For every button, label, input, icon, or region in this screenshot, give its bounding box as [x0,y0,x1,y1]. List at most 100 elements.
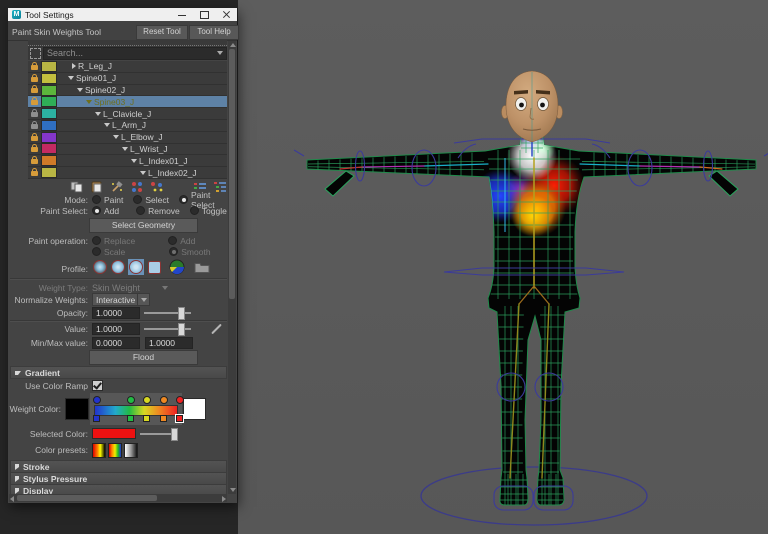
scroll-left-icon[interactable] [10,496,14,502]
close-button[interactable] [215,8,237,21]
joint-row-selected[interactable]: Spine03_J [28,96,227,108]
lock-icon[interactable] [31,136,38,141]
joint-color-swatch[interactable] [41,61,57,72]
value-field[interactable]: 1.0000 [92,323,140,335]
lock-icon[interactable] [31,147,38,152]
ramp-key-square[interactable] [160,415,167,422]
max-value-field[interactable]: 1.0000 [145,337,193,349]
lock-icon[interactable] [31,112,38,117]
maximize-button[interactable] [193,8,215,21]
ramp-key-dot[interactable] [160,396,168,404]
joint-row[interactable]: Spine02_J [28,85,227,97]
lock-icon[interactable] [31,77,38,82]
search-input[interactable]: Search... [43,47,227,60]
brush-hard-selected[interactable] [128,259,144,275]
joint-color-swatch[interactable] [41,167,57,178]
browse-folder-icon[interactable] [194,259,210,275]
move-influence-icon[interactable] [130,181,144,193]
lock-icon[interactable] [31,171,38,176]
joint-row[interactable]: R_Leg_J [28,61,227,73]
ramp-key-square[interactable] [143,415,150,422]
joint-color-swatch[interactable] [41,73,57,84]
character-model[interactable] [294,71,768,510]
collapse-icon[interactable] [104,123,110,127]
radio-op-add[interactable] [168,236,177,245]
vertical-scroll-thumb[interactable] [229,49,235,299]
color-preset-grayscale[interactable] [124,443,138,458]
hammer-tool-icon[interactable] [110,181,124,193]
ramp-key-dot[interactable] [143,396,151,404]
expand-icon[interactable] [72,63,76,69]
collapse-icon[interactable] [68,76,74,80]
ramp-sphere-icon[interactable] [169,259,185,275]
search-dropdown-icon[interactable] [217,51,223,55]
window-titlebar[interactable]: M Tool Settings [8,8,237,21]
eyedropper-icon[interactable] [211,323,222,334]
value-slider[interactable] [144,323,191,334]
reset-tool-button[interactable]: Reset Tool [136,25,188,40]
joint-row[interactable]: L_Index01_J [28,155,227,167]
minimize-button[interactable] [171,8,193,21]
radio-remove[interactable] [136,206,145,215]
joint-color-swatch[interactable] [41,155,57,166]
joint-row[interactable]: L_Wrist_J [28,144,227,156]
radio-replace[interactable] [92,236,101,245]
paste-weights-icon[interactable] [90,181,104,193]
lock-icon[interactable] [31,65,38,70]
scroll-right-icon[interactable] [222,496,226,502]
collapse-icon[interactable] [77,88,83,92]
selected-color-swatch[interactable] [92,428,136,439]
ramp-key-dot[interactable] [127,396,135,404]
panel-vertical-scrollbar[interactable] [228,41,236,494]
collapse-icon[interactable] [86,100,92,104]
opacity-field[interactable]: 1.0000 [92,307,140,319]
joint-row[interactable]: L_Elbow_J [28,132,227,144]
copy-weights-icon[interactable] [70,181,84,193]
weight-color-low-swatch[interactable] [65,398,89,420]
panel-horizontal-scrollbar[interactable] [9,494,227,502]
joint-color-swatch[interactable] [41,108,57,119]
joint-row[interactable]: L_Index02_J [28,167,227,179]
brush-medium[interactable] [110,259,126,275]
lock-icon[interactable] [31,88,38,93]
ramp-key-square[interactable] [127,415,134,422]
radio-paint[interactable] [92,195,101,204]
viewport-panel[interactable] [238,0,768,534]
horizontal-scroll-thumb[interactable] [17,495,157,501]
radio-add[interactable] [92,206,101,215]
ramp-key-square[interactable] [93,415,100,422]
section-gradient[interactable]: Gradient [10,366,227,379]
joint-row[interactable]: L_Clavicle_J [28,108,227,120]
flood-button[interactable]: Flood [89,350,198,365]
lock-icon[interactable] [31,100,38,105]
collapse-icon[interactable] [131,159,137,163]
lock-icon[interactable] [31,124,38,129]
ramp-key-dot[interactable] [93,396,101,404]
radio-select[interactable] [133,195,142,204]
collapse-icon[interactable] [140,171,146,175]
collapse-icon[interactable] [122,147,128,151]
select-geometry-button[interactable]: Select Geometry [89,218,198,233]
radio-toggle[interactable] [190,206,199,215]
joint-row[interactable]: L_Arm_J [28,120,227,132]
joint-row[interactable]: Spine01_J [28,73,227,85]
joint-color-swatch[interactable] [41,85,57,96]
scroll-down-icon[interactable] [230,488,236,492]
joint-color-swatch[interactable] [41,96,57,107]
brush-square[interactable] [146,259,162,275]
normalize-weights-select[interactable]: Interactive [92,293,138,306]
joint-color-swatch[interactable] [41,120,57,131]
selected-color-slider[interactable] [140,428,178,439]
radio-scale[interactable] [92,247,101,256]
brush-soft[interactable] [92,259,108,275]
color-preset-heat[interactable] [92,443,106,458]
scroll-up-icon[interactable] [230,43,236,47]
weight-color-high-swatch[interactable] [183,398,206,420]
collapse-icon[interactable] [113,135,119,139]
joint-color-swatch[interactable] [41,132,57,143]
joint-color-swatch[interactable] [41,143,57,154]
collapse-icon[interactable] [95,112,101,116]
lock-icon[interactable] [31,159,38,164]
radio-paint-select[interactable] [179,195,188,204]
radio-smooth[interactable] [169,247,178,256]
